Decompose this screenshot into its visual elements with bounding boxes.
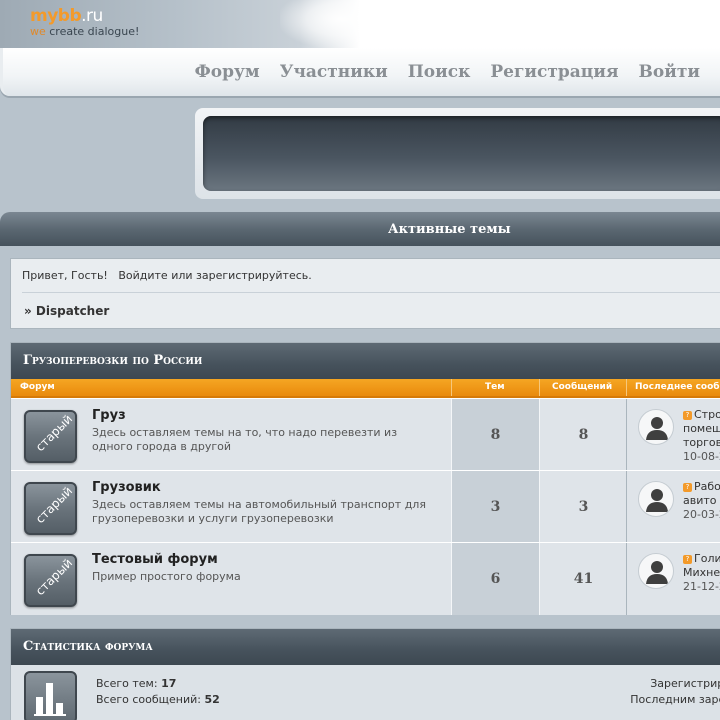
forum-description: Здесь оставляем темы на автомобильный тр… (92, 498, 426, 525)
stats-totals: Всего тем: 17 Всего сообщений: 52 (96, 677, 220, 706)
forum-name-link[interactable]: Груз (92, 408, 126, 423)
forum-description: Здесь оставляем темы на то, что надо пер… (92, 426, 398, 453)
forum-description: Пример простого форума (92, 570, 241, 583)
banner-panel (203, 116, 720, 191)
forum-status-icon: старый (24, 554, 77, 607)
column-headers: Форум Тем Сообщений Последнее сооб (11, 379, 720, 398)
banner-frame (195, 108, 720, 199)
nav-login-link[interactable]: Войти (639, 62, 700, 82)
forum-category: Грузоперевозки по России Форум Тем Сообщ… (10, 342, 720, 615)
user-avatar-icon (638, 481, 674, 517)
main-navbar: Форум Участники Поиск Регистрация Войти (0, 48, 720, 96)
posts-count: 41 (573, 571, 594, 587)
col-posts: Сообщений (552, 382, 613, 392)
active-topics-bar[interactable]: Активные темы (0, 212, 720, 246)
stats-members: Зарегистриро Последним зарег (630, 677, 720, 706)
forum-row: старый Тестовый форум Пример простого фо… (11, 542, 720, 615)
stats-header: Статистика форума (11, 629, 720, 665)
user-avatar-icon (638, 553, 674, 589)
nav-forum-link[interactable]: Форум (195, 62, 260, 82)
user-avatar-icon (638, 409, 674, 445)
col-last-post: Последнее сооб (635, 382, 720, 392)
active-topics-link[interactable]: Активные темы (388, 222, 511, 237)
forum-name-link[interactable]: Тестовый форум (92, 552, 218, 567)
register-link[interactable]: зарегистрируйтесь. (196, 269, 312, 282)
stats-title: Статистика форума (23, 639, 153, 654)
nav-members-link[interactable]: Участники (280, 62, 388, 82)
site-logo[interactable]: mybb.ru we create dialogue! (30, 8, 139, 38)
stats-chart-icon (24, 671, 77, 720)
divider (22, 292, 720, 293)
posts-count: 8 (578, 427, 589, 443)
category-header: Грузоперевозки по России (11, 343, 720, 379)
topics-count: 3 (490, 499, 501, 515)
new-post-icon: ? (683, 555, 692, 564)
login-link[interactable]: Войдите (118, 269, 167, 282)
forum-stats: Статистика форума Всего тем: 17 Всего со… (10, 628, 720, 720)
total-topics: 17 (161, 677, 177, 690)
nav-register-link[interactable]: Регистрация (490, 62, 618, 82)
posts-count: 3 (578, 499, 589, 515)
last-post-info[interactable]: ?Стро помещ торгов 10-08-2 (683, 408, 720, 464)
total-posts: 52 (204, 693, 220, 706)
topics-count: 6 (490, 571, 501, 587)
nav-search-link[interactable]: Поиск (408, 62, 471, 82)
nav-links: Форум Участники Поиск Регистрация Войти (195, 62, 700, 82)
forum-row: старый Грузовик Здесь оставляем темы на … (11, 470, 720, 543)
new-post-icon: ? (683, 411, 692, 420)
forum-status-icon: старый (24, 482, 77, 535)
category-title[interactable]: Грузоперевозки по России (23, 353, 202, 368)
breadcrumb[interactable]: » Dispatcher (24, 304, 109, 318)
last-post-info[interactable]: ?Рабо авито 20-03-2 (683, 480, 720, 522)
new-post-icon: ? (683, 483, 692, 492)
last-post-info[interactable]: ?Голи Михне 21-12-2 (683, 552, 720, 594)
welcome-message: Привет, Гость! Войдите или зарегистрируй… (22, 269, 312, 282)
forum-name-link[interactable]: Грузовик (92, 480, 161, 495)
topics-count: 8 (490, 427, 501, 443)
col-topics: Тем (485, 382, 505, 392)
forum-status-icon: старый (24, 410, 77, 463)
col-forum: Форум (20, 382, 55, 392)
forum-row: старый Груз Здесь оставляем темы на то, … (11, 398, 720, 471)
welcome-panel: Привет, Гость! Войдите или зарегистрируй… (10, 258, 720, 329)
site-header: mybb.ru we create dialogue! (0, 0, 720, 48)
